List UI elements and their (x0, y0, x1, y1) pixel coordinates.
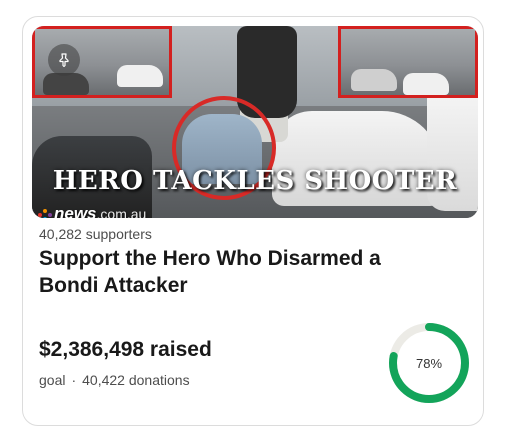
fundraiser-card[interactable]: HERO TACKLES SHOOTER news.com.au 40,282 … (22, 16, 484, 426)
meta-separator: · (71, 372, 77, 388)
progress-ring: 78% (388, 322, 470, 404)
campaign-meta: goal · 40,422 donations (39, 372, 190, 388)
news-logo: news.com.au (54, 204, 147, 218)
progress-label: 78% (415, 355, 443, 371)
campaign-title[interactable]: Support the Hero Who Disarmed a Bondi At… (39, 245, 439, 299)
pin-icon[interactable] (48, 44, 80, 76)
supporters-count: 40,282 supporters (39, 226, 152, 242)
amount-raised: $2,386,498 raised (39, 338, 212, 361)
donations-count: 40,422 donations (82, 372, 190, 388)
cover-image[interactable]: HERO TACKLES SHOOTER news.com.au (32, 26, 478, 218)
inset-frame-right (338, 26, 478, 98)
image-headline: HERO TACKLES SHOOTER (52, 166, 458, 196)
goal-label: goal (39, 372, 66, 388)
news-logo-icon (38, 207, 52, 218)
